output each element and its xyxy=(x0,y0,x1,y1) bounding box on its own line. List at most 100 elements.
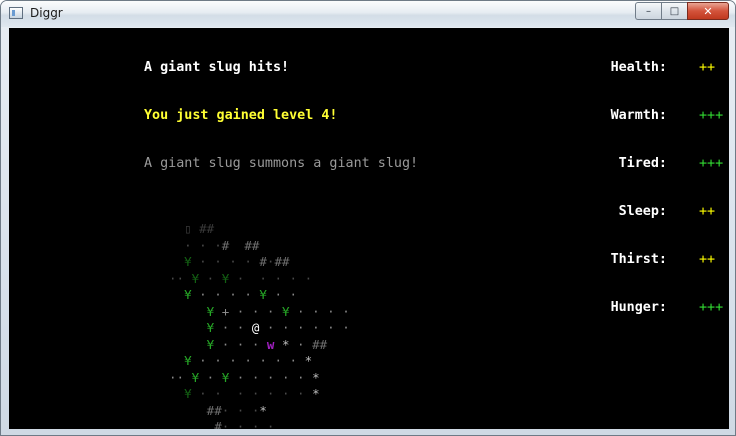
stat-health: Health: ++ xyxy=(599,60,729,76)
floor-glyph: · xyxy=(214,237,222,253)
floor-glyph: · xyxy=(236,320,245,335)
message-line: A giant slug summons a giant slug! xyxy=(144,156,419,171)
map-row: ¥ · · · · · · · * xyxy=(169,353,350,370)
floor-glyph: · xyxy=(251,386,260,401)
wall-glyph: # xyxy=(281,254,290,269)
tree-glyph: ¥ xyxy=(206,303,215,319)
floor-glyph: · xyxy=(304,270,313,286)
floor-glyph: · xyxy=(236,270,245,286)
wall-glyph: # xyxy=(251,237,260,253)
floor-glyph: · xyxy=(259,270,267,286)
floor-glyph: · xyxy=(327,303,335,319)
wall-glyph: # xyxy=(274,254,282,269)
tree-glyph: ¥ xyxy=(184,386,192,401)
floor-glyph: · xyxy=(176,369,185,385)
floor-glyph: · xyxy=(214,386,222,401)
floor-glyph: · xyxy=(214,287,222,302)
stat-value: +++ xyxy=(699,108,724,123)
tree-glyph: ¥ xyxy=(206,320,215,335)
map-row: ¥ · · · · · · · * xyxy=(169,386,350,403)
floor-glyph: · xyxy=(251,369,260,385)
floor-glyph: · xyxy=(236,303,245,319)
wall-glyph: # xyxy=(221,237,230,253)
floor-glyph: · xyxy=(266,303,275,319)
floor-glyph: · xyxy=(251,336,260,352)
rock-glyph: * xyxy=(304,353,313,368)
floor-glyph: · xyxy=(281,320,290,335)
tree-glyph: ¥ xyxy=(221,270,230,286)
tree-glyph: ¥ xyxy=(206,336,215,352)
floor-glyph: · xyxy=(214,353,222,368)
floor-glyph: · xyxy=(342,303,350,319)
floor-glyph: · xyxy=(266,419,275,429)
floor-glyph: · xyxy=(184,237,192,253)
stat-label: Sleep: xyxy=(618,204,667,219)
close-button[interactable]: ✕ xyxy=(687,2,729,20)
floor-glyph: · xyxy=(199,237,207,253)
wall-glyph: # xyxy=(206,221,215,236)
floor-glyph: · xyxy=(274,287,282,302)
maximize-button[interactable]: □ xyxy=(661,2,687,20)
game-viewport[interactable]: A giant slug hits! You just gained level… xyxy=(9,28,729,429)
rock-glyph: * xyxy=(312,369,320,385)
tree-glyph: ¥ xyxy=(184,254,192,269)
message-line: You just gained level 4! xyxy=(144,108,338,123)
app-window: Diggr – □ ✕ A giant slug hits! You just … xyxy=(0,0,736,436)
floor-glyph: · xyxy=(289,270,298,286)
stat-value: ++ xyxy=(699,252,716,267)
stat-value: +++ xyxy=(699,300,724,315)
app-icon[interactable] xyxy=(9,7,23,19)
floor-glyph: · xyxy=(244,353,252,368)
map-row: ¥ · · · w * · ## xyxy=(169,337,350,354)
map-row: ##· · ·* xyxy=(169,403,350,420)
map-row: ¥ · · @ · · · · · · xyxy=(169,320,350,337)
floor-glyph: · xyxy=(327,320,335,335)
floor-glyph: · xyxy=(259,353,267,368)
floor-glyph: · xyxy=(266,369,275,385)
message-log: A giant slug hits! You just gained level… xyxy=(144,28,418,204)
tree-glyph: ¥ xyxy=(221,369,230,385)
title-bar[interactable]: Diggr – □ ✕ xyxy=(1,1,735,27)
floor-glyph: · xyxy=(274,270,282,286)
floor-glyph: · xyxy=(221,320,230,335)
floor-glyph: · xyxy=(281,369,290,385)
dungeon-map: ▯ ## · · ·# ## ¥ · · · · #·## ·· ¥ · ¥ · … xyxy=(169,221,350,429)
map-row: ¥ · · · · ¥ · · xyxy=(169,287,350,304)
stat-value: ++ xyxy=(699,60,716,75)
floor-glyph: · xyxy=(199,386,207,401)
floor-glyph: · xyxy=(297,303,305,319)
floor-glyph: · xyxy=(199,254,207,269)
stat-thirst: Thirst: ++ xyxy=(599,252,729,268)
floor-glyph: · xyxy=(206,369,215,385)
floor-glyph: · xyxy=(229,287,237,302)
floor-glyph: · xyxy=(236,336,245,352)
floor-glyph: · xyxy=(221,402,230,418)
floor-glyph: · xyxy=(297,320,305,335)
stat-value: ++ xyxy=(699,204,716,219)
tree-glyph: ¥ xyxy=(184,353,192,368)
floor-glyph: · xyxy=(274,353,282,368)
floor-glyph: · xyxy=(251,303,260,319)
floor-glyph: · xyxy=(199,287,207,302)
floor-glyph: · xyxy=(169,369,177,385)
stat-label: Hunger: xyxy=(610,300,667,315)
floor-glyph: · xyxy=(236,386,245,401)
floor-glyph: · xyxy=(221,419,230,429)
floor-glyph: · xyxy=(312,320,320,335)
floor-glyph: · xyxy=(297,336,305,352)
map-row: ▯ ## xyxy=(169,221,350,238)
caption-buttons: – □ ✕ xyxy=(635,2,729,20)
map-row: #· · · · xyxy=(169,419,350,429)
floor-glyph: · xyxy=(312,303,320,319)
rock-glyph: * xyxy=(281,336,290,352)
stat-label: Warmth: xyxy=(610,108,667,123)
rock-glyph: * xyxy=(259,402,267,418)
map-row: ¥ + · · · ¥ · · · · xyxy=(169,304,350,321)
minimize-button[interactable]: – xyxy=(635,2,661,20)
tree-glyph: ¥ xyxy=(281,303,290,319)
floor-glyph: · xyxy=(176,270,185,286)
floor-glyph: · xyxy=(297,386,305,401)
player-glyph: @ xyxy=(251,320,260,335)
tree-glyph: ¥ xyxy=(191,270,200,286)
stat-value: +++ xyxy=(699,156,724,171)
